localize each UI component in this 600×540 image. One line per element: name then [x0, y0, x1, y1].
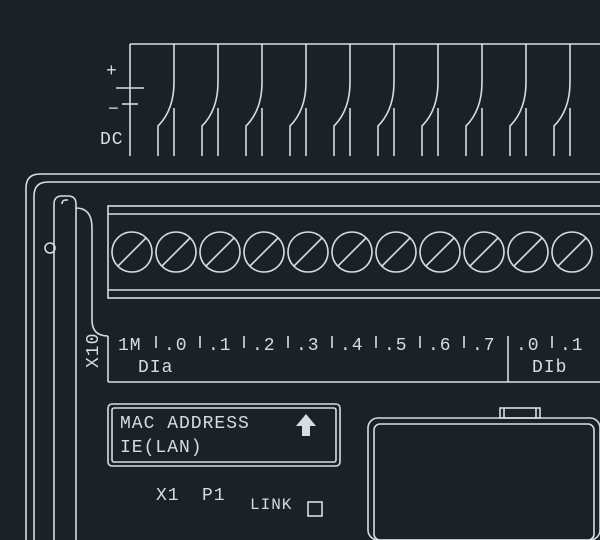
screw-terminal	[112, 232, 152, 272]
screw-terminal	[200, 232, 240, 272]
pin-0a: .0	[164, 336, 188, 356]
dc-label: DC	[100, 130, 124, 150]
group-dia: DIa	[138, 358, 173, 378]
pin-3a: .3	[296, 336, 320, 356]
link-led-icon	[308, 502, 322, 516]
screw-terminal	[420, 232, 460, 272]
connector-tab	[246, 82, 262, 156]
mac-address-label: MAC ADDRESS	[120, 414, 250, 434]
pin-5a: .5	[384, 336, 408, 356]
connector-tab	[466, 82, 482, 156]
screw-terminal	[508, 232, 548, 272]
screw-terminal	[552, 232, 592, 272]
minus-label: −	[108, 100, 120, 120]
connector-tab	[554, 82, 570, 156]
arrow-up-icon	[296, 414, 316, 436]
screw-terminal	[332, 232, 372, 272]
screw-terminal	[156, 232, 196, 272]
group-dib: DIb	[532, 358, 567, 378]
connector-tab	[422, 82, 438, 156]
connector-tab	[378, 82, 394, 156]
connector-tab	[158, 82, 174, 156]
pin-7a: .7	[472, 336, 496, 356]
ie-lan-label: IE(LAN)	[120, 438, 203, 458]
pin-0b: .0	[516, 336, 540, 356]
connector-tab	[202, 82, 218, 156]
screw-terminal	[464, 232, 504, 272]
screw-terminal	[244, 232, 284, 272]
pin-1m: 1M	[118, 336, 142, 356]
screw-terminal	[288, 232, 328, 272]
plus-label: +	[106, 62, 118, 82]
pin-6a: .6	[428, 336, 452, 356]
pin-1a: .1	[208, 336, 232, 356]
pin-2a: .2	[252, 336, 276, 356]
p1-label: P1	[202, 486, 226, 506]
connector-tab	[510, 82, 526, 156]
connector-tab	[334, 82, 350, 156]
pin-1b: .1	[560, 336, 584, 356]
pin-4a: .4	[340, 336, 364, 356]
connector-tab	[290, 82, 306, 156]
link-label: LINK	[250, 496, 292, 514]
x10-label: X10	[84, 333, 104, 368]
screw-terminal	[376, 232, 416, 272]
x1-label: X1	[156, 486, 180, 506]
